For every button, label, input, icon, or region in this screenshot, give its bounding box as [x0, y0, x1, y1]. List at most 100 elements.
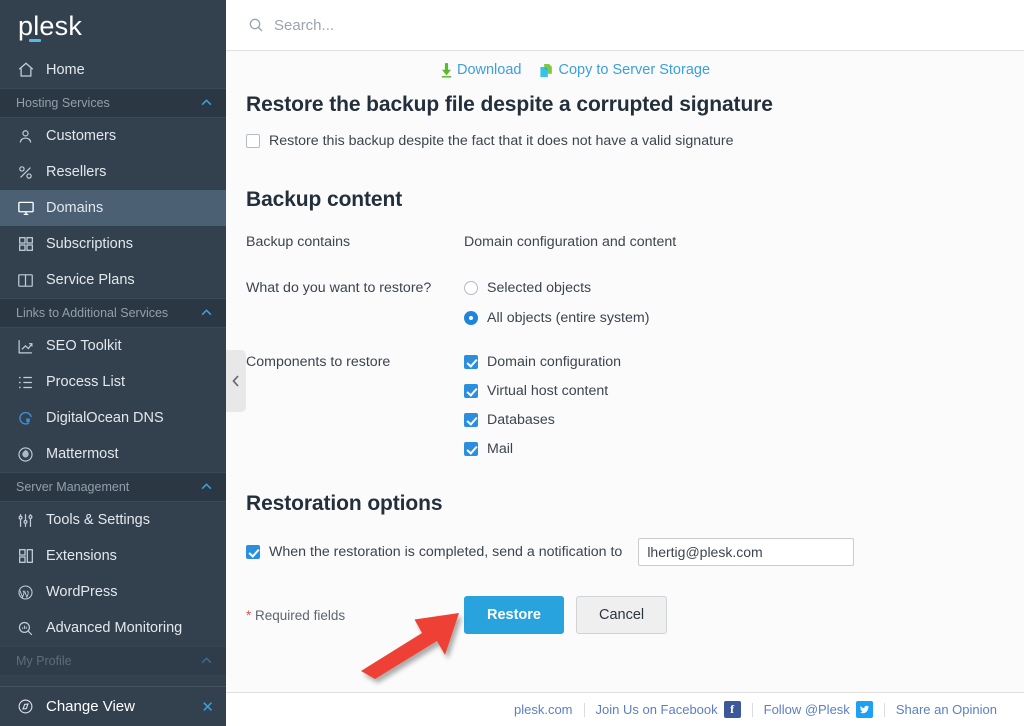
- checkbox-virtual-host-content-input[interactable]: [464, 384, 478, 398]
- sidebar-item-resellers[interactable]: Resellers: [0, 154, 226, 190]
- sidebar-section-hosting-services[interactable]: Hosting Services: [0, 88, 226, 118]
- restore-button[interactable]: Restore: [464, 596, 564, 634]
- checkbox-databases-input[interactable]: [464, 413, 478, 427]
- sidebar-item-label: Home: [46, 62, 85, 78]
- checkbox-domain-configuration-label: Domain configuration: [487, 354, 622, 370]
- copy-to-server-storage-link[interactable]: Copy to Server Storage: [539, 62, 710, 78]
- list-icon: [16, 373, 35, 392]
- sidebar-item-label: Service Plans: [46, 272, 135, 288]
- corrupted-signature-checkbox-row[interactable]: Restore this backup despite the fact tha…: [246, 133, 1024, 149]
- sidebar-item-home[interactable]: Home: [0, 52, 226, 88]
- copy-link-label: Copy to Server Storage: [558, 62, 711, 78]
- chevron-up-icon: [201, 656, 212, 667]
- page-tool-links: Download Copy to Server Storage: [246, 51, 1024, 89]
- sidebar-item-domains[interactable]: Domains: [0, 190, 226, 226]
- download-link-label: Download: [456, 62, 522, 78]
- chevron-up-icon: [201, 482, 212, 493]
- sidebar-section-label: Hosting Services: [16, 96, 110, 110]
- facebook-icon: f: [723, 701, 741, 718]
- footer-link-twitter[interactable]: Follow @Plesk: [753, 701, 884, 718]
- footer-link-label: Join Us on Facebook: [595, 702, 718, 717]
- cancel-button[interactable]: Cancel: [576, 596, 668, 634]
- footer-link-share-opinion[interactable]: Share an Opinion: [885, 702, 1008, 717]
- footer-link-label: plesk.com: [513, 702, 573, 717]
- download-link[interactable]: Download: [440, 62, 522, 78]
- chevron-up-icon: [201, 98, 212, 109]
- checkbox-virtual-host-content-label: Virtual host content: [487, 383, 609, 399]
- sidebar-item-label: Advanced Monitoring: [46, 620, 183, 636]
- checkbox-mail[interactable]: Mail: [464, 441, 621, 457]
- sidebar-section-links-additional-services[interactable]: Links to Additional Services: [0, 298, 226, 328]
- sidebar-item-label: Process List: [46, 374, 125, 390]
- copy-document-icon: [539, 63, 554, 78]
- sidebar: plesk Home Hosting Services Customers Re…: [0, 0, 226, 726]
- sidebar-item-label: Tools & Settings: [46, 512, 150, 528]
- notification-email-input[interactable]: [638, 538, 855, 566]
- radio-all-objects[interactable]: All objects (entire system): [464, 310, 649, 326]
- sidebar-item-label: DigitalOcean DNS: [46, 410, 164, 426]
- plesk-app-window: plesk Home Hosting Services Customers Re…: [0, 0, 1024, 726]
- extensions-icon: [16, 547, 35, 566]
- radio-selected-objects[interactable]: Selected objects: [464, 280, 649, 296]
- mattermost-icon: [16, 445, 35, 464]
- sidebar-item-extensions[interactable]: Extensions: [0, 538, 226, 574]
- notification-checkbox[interactable]: [246, 545, 260, 559]
- sidebar-item-label: Resellers: [46, 164, 107, 180]
- backup-contains-value: Domain configuration and content: [464, 234, 677, 250]
- download-arrow-icon: [440, 62, 453, 78]
- sidebar-item-service-plans[interactable]: Service Plans: [0, 262, 226, 298]
- twitter-icon: [855, 701, 873, 718]
- notification-row[interactable]: When the restoration is completed, send …: [246, 538, 1024, 566]
- sidebar-item-subscriptions[interactable]: Subscriptions: [0, 226, 226, 262]
- sidebar-item-seo-toolkit[interactable]: SEO Toolkit: [0, 328, 226, 364]
- plesk-logo[interactable]: plesk: [0, 0, 226, 52]
- sidebar-section-label: Server Management: [16, 480, 130, 494]
- checkbox-databases-label: Databases: [487, 412, 555, 428]
- checkbox-mail-label: Mail: [487, 441, 514, 457]
- plesk-logo-text: plesk: [18, 10, 83, 41]
- top-search-bar: [226, 0, 1024, 51]
- close-icon[interactable]: ✕: [201, 698, 214, 716]
- sidebar-item-label: SEO Toolkit: [46, 338, 122, 354]
- sidebar-section-my-profile[interactable]: My Profile: [0, 646, 226, 676]
- footer-link-label: Share an Opinion: [895, 702, 997, 717]
- checkbox-virtual-host-content[interactable]: Virtual host content: [464, 383, 621, 399]
- radio-selected-objects-input[interactable]: [464, 281, 478, 295]
- search-input[interactable]: [274, 16, 594, 34]
- change-view-bar[interactable]: Change View ✕: [0, 686, 226, 726]
- form-actions: * Required fields Restore Cancel: [246, 596, 1024, 634]
- footer-link-facebook[interactable]: Join Us on Facebook f: [585, 701, 752, 718]
- sidebar-item-advanced-monitoring[interactable]: Advanced Monitoring: [0, 610, 226, 646]
- required-fields-note: * Required fields: [246, 608, 464, 623]
- components-label: Components to restore: [246, 354, 391, 370]
- checkbox-mail-input[interactable]: [464, 442, 478, 456]
- sidebar-collapse-handle[interactable]: [226, 350, 246, 412]
- notification-label: When the restoration is completed, send …: [269, 544, 623, 560]
- sidebar-item-tools-settings[interactable]: Tools & Settings: [0, 502, 226, 538]
- magnifier-chart-icon: [16, 619, 35, 638]
- user-icon: [16, 127, 35, 146]
- sidebar-item-customers[interactable]: Customers: [0, 118, 226, 154]
- chevron-up-icon: [201, 308, 212, 319]
- sidebar-item-process-list[interactable]: Process List: [0, 364, 226, 400]
- required-asterisk: *: [246, 607, 252, 623]
- footer-link-plesk-com[interactable]: plesk.com: [503, 702, 584, 717]
- sidebar-item-label: Customers: [46, 128, 117, 144]
- monitor-icon: [16, 199, 35, 218]
- checkbox-databases[interactable]: Databases: [464, 412, 621, 428]
- page-footer: plesk.com Join Us on Facebook f Follow @…: [226, 692, 1024, 726]
- sidebar-item-digitalocean-dns[interactable]: DigitalOcean DNS: [0, 400, 226, 436]
- sidebar-item-mattermost[interactable]: Mattermost: [0, 436, 226, 472]
- corrupted-signature-checkbox[interactable]: [246, 134, 260, 148]
- sidebar-item-label: WordPress: [46, 584, 118, 600]
- wordpress-icon: [16, 583, 35, 602]
- checkbox-domain-configuration-input[interactable]: [464, 355, 478, 369]
- backup-contains-label: Backup contains: [246, 234, 351, 250]
- sidebar-item-wordpress[interactable]: WordPress: [0, 574, 226, 610]
- sidebar-section-server-management[interactable]: Server Management: [0, 472, 226, 502]
- checkbox-domain-configuration[interactable]: Domain configuration: [464, 354, 621, 370]
- radio-all-objects-input[interactable]: [464, 311, 478, 325]
- content-panel: Download Copy to Server Storage Restore …: [226, 51, 1024, 692]
- sidebar-item-label: Domains: [46, 200, 104, 216]
- corrupted-signature-label: Restore this backup despite the fact tha…: [269, 133, 734, 149]
